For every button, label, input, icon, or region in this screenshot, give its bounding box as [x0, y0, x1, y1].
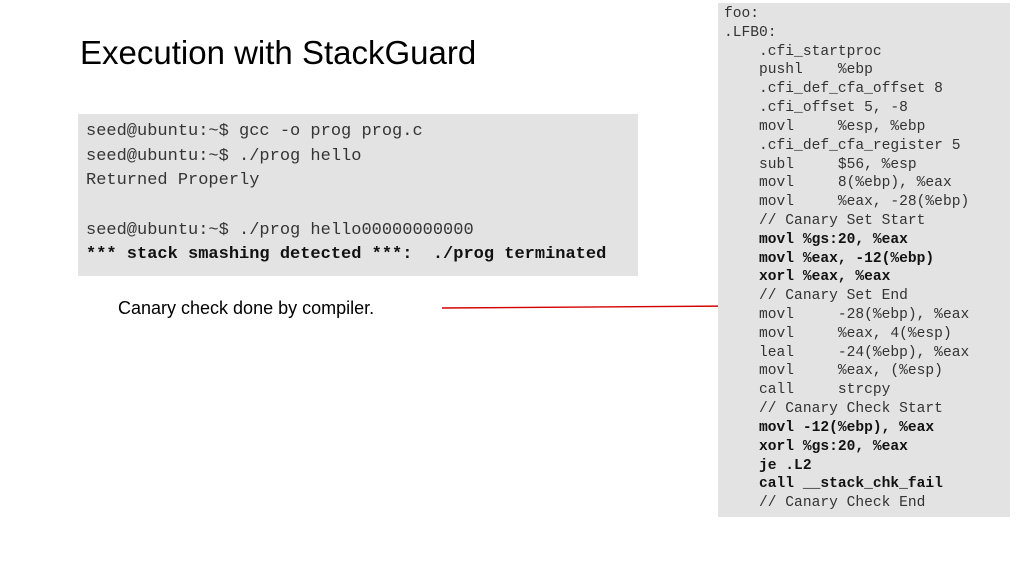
asm-line: .LFB0:: [724, 25, 777, 41]
asm-line: movl %eax, -28(%ebp): [724, 194, 969, 210]
asm-line: foo:: [724, 6, 759, 22]
term-line-3: Returned Properly: [86, 171, 259, 190]
asm-line: je .L2: [724, 458, 812, 474]
term-line-2: seed@ubuntu:~$ ./prog hello: [86, 147, 361, 166]
assembly-listing: foo: .LFB0: .cfi_startproc pushl %ebp .c…: [718, 3, 1010, 517]
asm-line: .cfi_offset 5, -8: [724, 100, 908, 116]
arrow-icon: [440, 286, 750, 326]
asm-line: leal -24(%ebp), %eax: [724, 345, 969, 361]
asm-line: movl -28(%ebp), %eax: [724, 307, 969, 323]
asm-line: call strcpy: [724, 382, 890, 398]
asm-line: pushl %ebp: [724, 62, 873, 78]
asm-line: xorl %eax, %eax: [724, 269, 890, 285]
asm-line: movl %eax, -12(%ebp): [724, 251, 934, 267]
term-line-5: seed@ubuntu:~$ ./prog hello00000000000: [86, 221, 474, 240]
asm-line: // Canary Check End: [724, 495, 925, 511]
asm-line: // Canary Set Start: [724, 213, 925, 229]
asm-line: movl %eax, 4(%esp): [724, 326, 952, 342]
slide-title: Execution with StackGuard: [80, 34, 476, 72]
asm-line: subl $56, %esp: [724, 157, 917, 173]
asm-line: .cfi_def_cfa_offset 8: [724, 81, 943, 97]
asm-line: // Canary Check Start: [724, 401, 943, 417]
asm-line: // Canary Set End: [724, 288, 908, 304]
term-line-1: seed@ubuntu:~$ gcc -o prog prog.c: [86, 122, 423, 141]
asm-line: call __stack_chk_fail: [724, 476, 943, 492]
term-line-6: *** stack smashing detected ***: ./prog …: [86, 245, 606, 264]
asm-line: movl -12(%ebp), %eax: [724, 420, 934, 436]
asm-line: xorl %gs:20, %eax: [724, 439, 908, 455]
asm-line: movl %gs:20, %eax: [724, 232, 908, 248]
terminal-output: seed@ubuntu:~$ gcc -o prog prog.c seed@u…: [78, 114, 638, 276]
asm-line: movl 8(%ebp), %eax: [724, 175, 952, 191]
asm-line: movl %esp, %ebp: [724, 119, 925, 135]
caption: Canary check done by compiler.: [118, 298, 374, 319]
asm-line: .cfi_startproc: [724, 44, 882, 60]
asm-line: movl %eax, (%esp): [724, 363, 943, 379]
asm-line: .cfi_def_cfa_register 5: [724, 138, 960, 154]
